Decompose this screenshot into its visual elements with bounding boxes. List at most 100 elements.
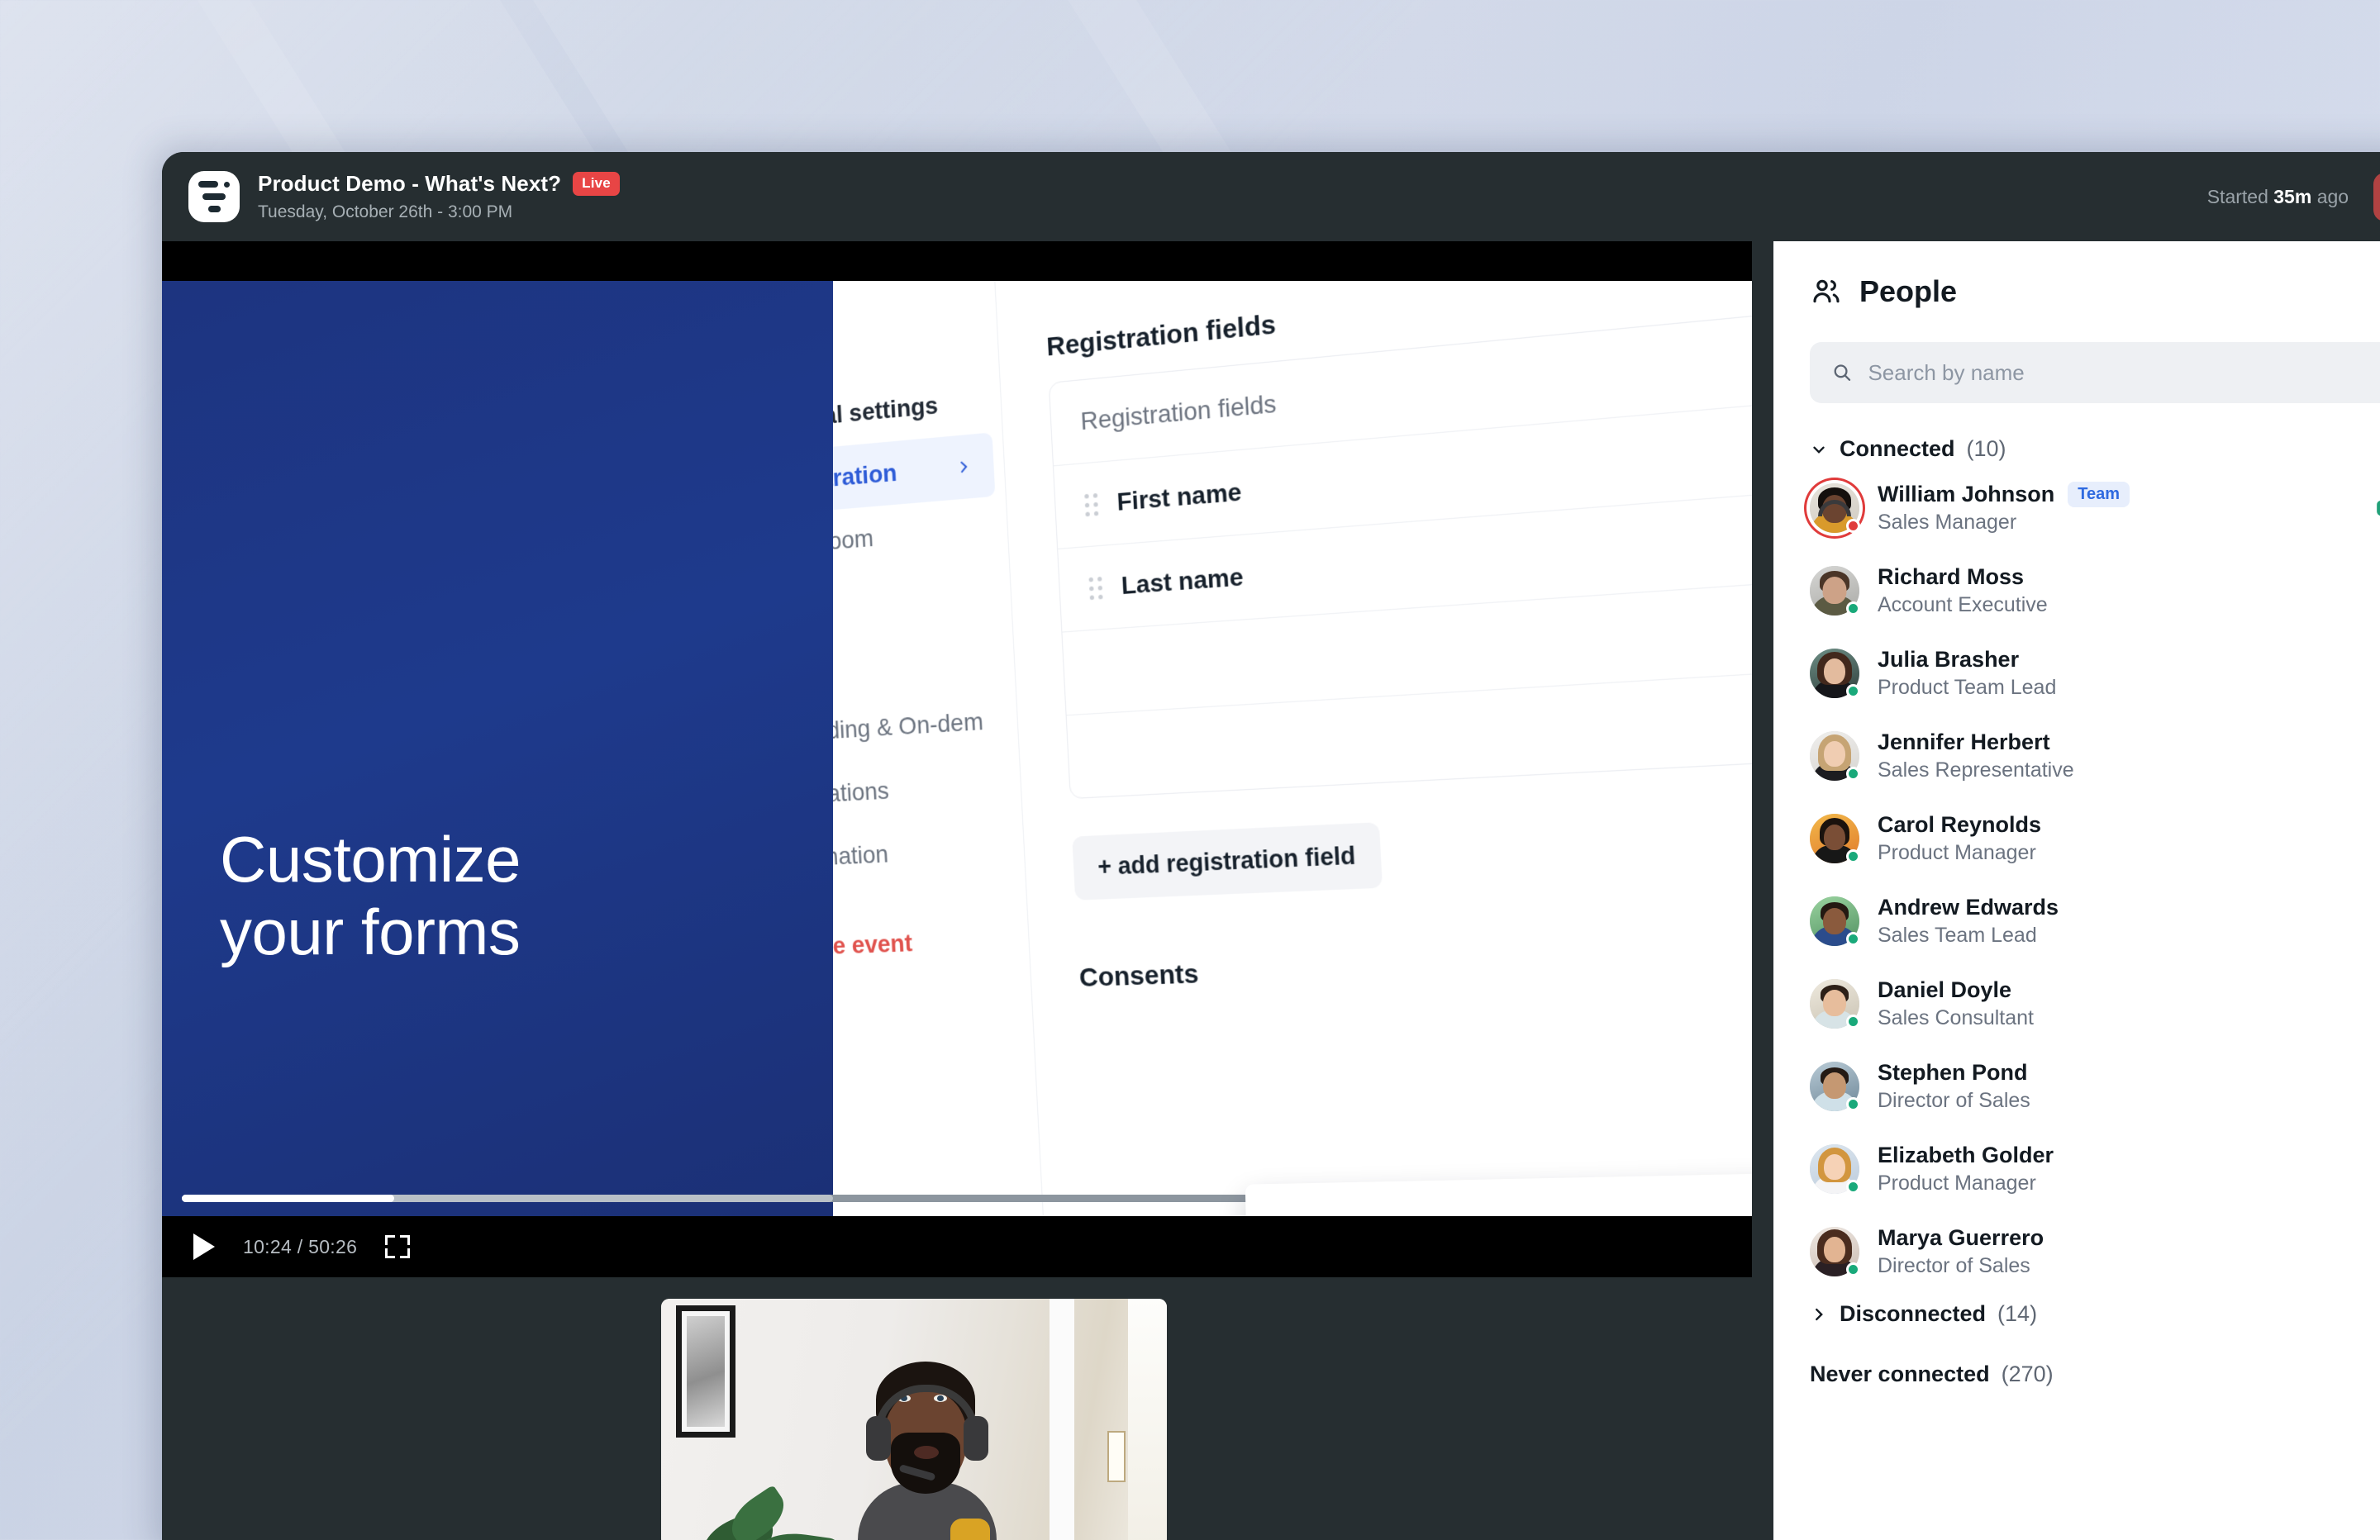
sidebar-item-delete-event: Delete event bbox=[833, 929, 913, 962]
person-name: Carol Reynolds bbox=[1878, 812, 2042, 837]
group-header-connected[interactable]: Connected (10) bbox=[1810, 436, 2380, 462]
person-role: Product Manager bbox=[1878, 1172, 2036, 1195]
play-icon[interactable] bbox=[193, 1233, 215, 1260]
avatar bbox=[1810, 979, 1860, 1029]
person-name: Andrew Edwards bbox=[1878, 895, 2059, 920]
speaker-avatar bbox=[848, 1357, 1005, 1540]
chevron-down-icon bbox=[1813, 446, 1825, 454]
app-header: Product Demo - What's Next? Live Tuesday… bbox=[162, 152, 2380, 241]
status-dot bbox=[1846, 1015, 1860, 1029]
avatar bbox=[1810, 1062, 1860, 1111]
person-role: Product Manager bbox=[1878, 841, 2036, 864]
video-player[interactable]: Customize your forms Optional settings R… bbox=[162, 241, 1752, 1277]
fullscreen-icon[interactable] bbox=[385, 1235, 411, 1258]
end-event-button[interactable]: End event bbox=[2373, 172, 2380, 221]
person-role: Sales Consultant bbox=[1878, 1006, 2035, 1029]
status-dot bbox=[1846, 932, 1860, 946]
group-name: Connected bbox=[1840, 436, 1955, 461]
group-header-disconnected[interactable]: Disconnected (14) bbox=[1810, 1301, 2380, 1327]
people-panel: People Connected (10) bbox=[1773, 241, 2380, 1540]
avatar bbox=[1810, 1227, 1860, 1276]
group-count: (14) bbox=[1997, 1301, 2038, 1326]
list-item[interactable]: Richard Moss Account Executive bbox=[1773, 549, 2380, 632]
status-dot bbox=[1846, 684, 1860, 698]
group-count: (270) bbox=[2001, 1362, 2054, 1386]
chevron-right-icon bbox=[1816, 1308, 1823, 1320]
drag-handle-icon bbox=[1088, 576, 1103, 600]
person-role: Sales Team Lead bbox=[1878, 924, 2037, 947]
page-title: Product Demo - What's Next? bbox=[258, 171, 562, 197]
app-window: Product Demo - What's Next? Live Tuesday… bbox=[162, 152, 2380, 1540]
list-item[interactable]: Carol Reynolds Product Manager bbox=[1773, 797, 2380, 880]
person-role: Director of Sales bbox=[1878, 1254, 2030, 1277]
search-box[interactable] bbox=[1810, 342, 2380, 403]
list-item[interactable]: Daniel Doyle Sales Consultant bbox=[1773, 962, 2380, 1045]
brand: Product Demo - What's Next? Live Tuesday… bbox=[188, 170, 620, 223]
sidebar-item-automation: Automation bbox=[833, 839, 889, 873]
slide-screenshot: Events People Reg General Optional setti… bbox=[833, 281, 1752, 1216]
avatar bbox=[1810, 896, 1860, 946]
person-role: Account Executive bbox=[1878, 593, 2048, 616]
registration-fields-card: Registration fields First name Last name bbox=[1048, 288, 1752, 800]
chevron-right-icon bbox=[954, 458, 972, 477]
group-count: (10) bbox=[1966, 436, 2006, 461]
list-item[interactable]: Andrew Edwards Sales Team Lead bbox=[1773, 880, 2380, 962]
person-name: Richard Moss bbox=[1878, 564, 2025, 589]
list-item[interactable]: Marya Guerrero Director of Sales bbox=[1773, 1210, 2380, 1293]
person-role: Product Team Lead bbox=[1878, 676, 2057, 699]
slide-headline: Customize your forms bbox=[220, 823, 521, 968]
drag-handle-icon bbox=[1084, 492, 1099, 516]
consents-label: Consents bbox=[1078, 958, 1200, 993]
list-item[interactable]: Julia Brasher Product Team Lead bbox=[1773, 632, 2380, 715]
elapsed-time: Started 35m ago bbox=[2206, 185, 2349, 207]
status-dot bbox=[1846, 519, 1860, 533]
stage: Customize your forms Optional settings R… bbox=[162, 241, 1773, 1540]
avatar bbox=[1810, 649, 1860, 698]
event-datetime: Tuesday, October 26th - 3:00 PM bbox=[258, 202, 513, 221]
person-role: Director of Sales bbox=[1878, 1089, 2030, 1112]
progress-fill bbox=[182, 1195, 394, 1202]
status-dot bbox=[1846, 1097, 1860, 1111]
status-dot bbox=[1846, 767, 1860, 781]
video-camera-icon[interactable] bbox=[2373, 492, 2380, 525]
person-role: Sales Manager bbox=[1878, 511, 2017, 534]
shared-slide: Customize your forms Optional settings R… bbox=[162, 281, 1752, 1216]
status-dot bbox=[1846, 601, 1860, 616]
person-name: Elizabeth Golder bbox=[1878, 1143, 2054, 1167]
wall-picture bbox=[676, 1305, 735, 1438]
event-titles: Product Demo - What's Next? Live Tuesday… bbox=[258, 170, 620, 223]
list-item[interactable]: Jennifer Herbert Sales Representative bbox=[1773, 715, 2380, 797]
status-badge: Live bbox=[573, 172, 620, 196]
speaker-video-tile[interactable] bbox=[661, 1299, 1167, 1540]
header-actions: Started 35m ago End event bbox=[2206, 172, 2380, 221]
add-registration-field-button: + add registration field bbox=[1072, 822, 1383, 901]
person-name: Stephen Pond bbox=[1878, 1060, 2028, 1085]
person-name: Daniel Doyle bbox=[1878, 977, 2012, 1002]
player-controls: 10:24 / 50:26 bbox=[162, 1216, 1752, 1277]
list-item[interactable]: William Johnson Team Sales Manager bbox=[1773, 467, 2380, 549]
status-dot bbox=[1846, 849, 1860, 863]
person-name: Jennifer Herbert bbox=[1878, 730, 2050, 754]
person-name: William Johnson bbox=[1878, 482, 2055, 506]
letterbox bbox=[162, 241, 1752, 281]
list-item[interactable]: Elizabeth Golder Product Manager bbox=[1773, 1128, 2380, 1210]
plant-decoration bbox=[694, 1464, 838, 1540]
group-name: Never connected bbox=[1810, 1362, 1990, 1386]
status-dot bbox=[1846, 1180, 1860, 1194]
team-badge: Team bbox=[2068, 482, 2130, 507]
person-name: Julia Brasher bbox=[1878, 647, 2020, 672]
people-icon bbox=[1813, 279, 1840, 303]
hopin-logo-icon bbox=[188, 171, 240, 222]
avatar bbox=[1810, 1144, 1860, 1194]
slide-screenshot-wrap: Events People Reg General Optional setti… bbox=[833, 281, 1752, 1216]
slide-left-panel: Customize your forms bbox=[162, 281, 833, 1216]
list-item[interactable]: Stephen Pond Director of Sales bbox=[1773, 1045, 2380, 1128]
group-header-never-connected[interactable]: Never connected (270) bbox=[1810, 1362, 2380, 1387]
search-input[interactable] bbox=[1868, 359, 2380, 386]
search-wrap bbox=[1810, 342, 2380, 403]
avatar bbox=[1810, 814, 1860, 863]
status-dot bbox=[1846, 1262, 1860, 1276]
people-panel-title: People bbox=[1859, 274, 1958, 308]
people-panel-header: People bbox=[1773, 241, 2380, 309]
search-icon bbox=[1834, 364, 1851, 381]
